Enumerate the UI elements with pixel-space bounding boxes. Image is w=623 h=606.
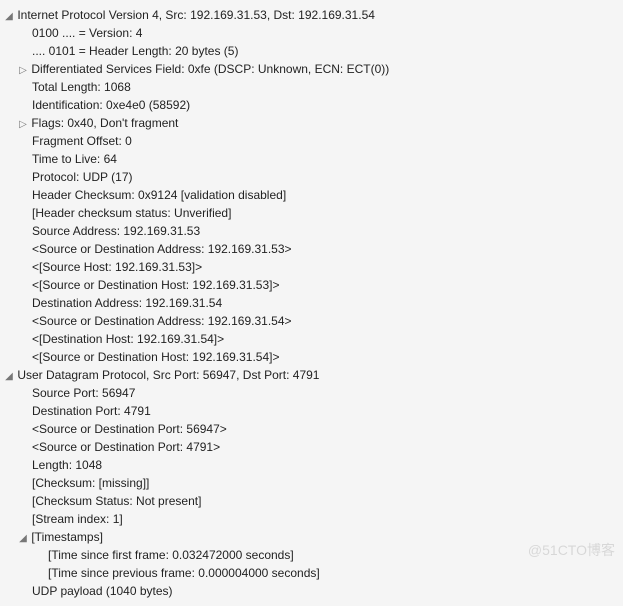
chevron-down-icon[interactable]: ◢ xyxy=(18,531,28,546)
tree-item-udp-dstport[interactable]: Destination Port: 4791 xyxy=(4,402,619,420)
tree-item-ip-checksum-status[interactable]: [Header checksum status: Unverified] xyxy=(4,204,619,222)
tree-item-ip-totlen[interactable]: Total Length: 1068 xyxy=(4,78,619,96)
chevron-down-icon[interactable]: ◢ xyxy=(4,9,14,24)
tree-item-ip-checksum[interactable]: Header Checksum: 0x9124 [validation disa… xyxy=(4,186,619,204)
tree-item-udp-sdport[interactable]: <Source or Destination Port: 56947> xyxy=(4,420,619,438)
tree-item-ip-flags[interactable]: ▷ Flags: 0x40, Don't fragment xyxy=(4,114,619,132)
tree-item-udp-length[interactable]: Length: 1048 xyxy=(4,456,619,474)
chevron-down-icon[interactable]: ◢ xyxy=(4,369,14,384)
tree-item-udp-checksum[interactable]: [Checksum: [missing]] xyxy=(4,474,619,492)
tree-item-ip-fragoff[interactable]: Fragment Offset: 0 xyxy=(4,132,619,150)
tree-item-ip-dsfield[interactable]: ▷ Differentiated Services Field: 0xfe (D… xyxy=(4,60,619,78)
tree-item-udp-srcport[interactable]: Source Port: 56947 xyxy=(4,384,619,402)
tree-item-ip-srchost[interactable]: <[Source Host: 192.169.31.53]> xyxy=(4,258,619,276)
chevron-right-icon[interactable]: ▷ xyxy=(18,117,28,132)
tree-item-ip-ttl[interactable]: Time to Live: 64 xyxy=(4,150,619,168)
tree-item-ip-dst[interactable]: Destination Address: 192.169.31.54 xyxy=(4,294,619,312)
tree-item-ip-srcdst-addr[interactable]: <Source or Destination Address: 192.169.… xyxy=(4,240,619,258)
tree-item-ip-id[interactable]: Identification: 0xe4e0 (58592) xyxy=(4,96,619,114)
chevron-right-icon[interactable]: ▷ xyxy=(18,63,28,78)
tree-item-udp-header[interactable]: ◢ User Datagram Protocol, Src Port: 5694… xyxy=(4,366,619,384)
tree-item-ip-srcdst-host2[interactable]: <[Source or Destination Host: 192.169.31… xyxy=(4,348,619,366)
tree-item-ip-header[interactable]: ◢ Internet Protocol Version 4, Src: 192.… xyxy=(4,6,619,24)
tree-item-ip-dsthost[interactable]: <[Destination Host: 192.169.31.54]> xyxy=(4,330,619,348)
ip-header-text: Internet Protocol Version 4, Src: 192.16… xyxy=(17,8,375,22)
tree-item-ip-srcdst-addr2[interactable]: <Source or Destination Address: 192.169.… xyxy=(4,312,619,330)
tree-item-udp-checksum-status[interactable]: [Checksum Status: Not present] xyxy=(4,492,619,510)
tree-item-udp-ts-first[interactable]: [Time since first frame: 0.032472000 sec… xyxy=(4,546,619,564)
tree-item-ip-hdrlen[interactable]: .... 0101 = Header Length: 20 bytes (5) xyxy=(4,42,619,60)
tree-item-ip-version[interactable]: 0100 .... = Version: 4 xyxy=(4,24,619,42)
tree-item-ip-src[interactable]: Source Address: 192.169.31.53 xyxy=(4,222,619,240)
tree-item-udp-stream[interactable]: [Stream index: 1] xyxy=(4,510,619,528)
tree-item-udp-timestamps[interactable]: ◢ [Timestamps] xyxy=(4,528,619,546)
tree-item-ip-srcdst-host[interactable]: <[Source or Destination Host: 192.169.31… xyxy=(4,276,619,294)
udp-header-text: User Datagram Protocol, Src Port: 56947,… xyxy=(17,368,319,382)
tree-item-udp-sdport2[interactable]: <Source or Destination Port: 4791> xyxy=(4,438,619,456)
tree-item-ip-protocol[interactable]: Protocol: UDP (17) xyxy=(4,168,619,186)
tree-item-udp-payload[interactable]: UDP payload (1040 bytes) xyxy=(4,582,619,600)
